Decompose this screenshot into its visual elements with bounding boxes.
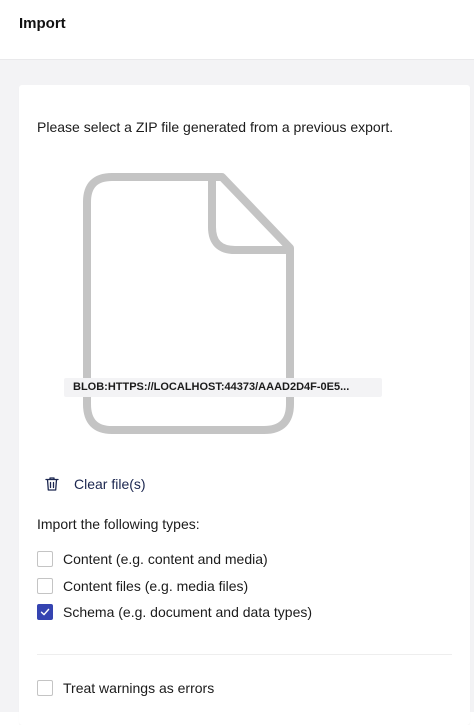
option-content-files-label: Content files (e.g. media files)	[63, 578, 249, 594]
option-treat-warnings-label: Treat warnings as errors	[63, 680, 215, 696]
workspace: Please select a ZIP file generated from …	[0, 60, 474, 725]
option-schema-label: Schema (e.g. document and data types)	[63, 604, 313, 620]
treat-warnings-checkbox[interactable]	[37, 680, 53, 696]
import-types-label: Import the following types:	[37, 516, 200, 532]
file-name-label: BLOB:HTTPS://LOCALHOST:44373/AAAD2D4F-0E…	[64, 378, 382, 397]
option-content[interactable]: Content (e.g. content and media)	[37, 549, 268, 569]
page-title: Import	[19, 15, 66, 32]
clear-files-label: Clear file(s)	[74, 476, 146, 492]
schema-checkbox[interactable]	[37, 604, 53, 620]
instructions-text: Please select a ZIP file generated from …	[37, 119, 394, 135]
checkmark-icon	[40, 608, 50, 616]
option-content-label: Content (e.g. content and media)	[63, 551, 268, 567]
page-header: Import	[0, 0, 474, 60]
content-checkbox[interactable]	[37, 551, 53, 567]
option-treat-warnings[interactable]: Treat warnings as errors	[37, 678, 214, 698]
import-card: Please select a ZIP file generated from …	[19, 85, 470, 725]
clear-files-button[interactable]: Clear file(s)	[37, 472, 146, 496]
divider	[37, 654, 452, 655]
trash-icon	[45, 477, 59, 491]
option-content-files[interactable]: Content files (e.g. media files)	[37, 576, 248, 596]
option-schema[interactable]: Schema (e.g. document and data types)	[37, 602, 312, 622]
content-files-checkbox[interactable]	[37, 578, 53, 594]
